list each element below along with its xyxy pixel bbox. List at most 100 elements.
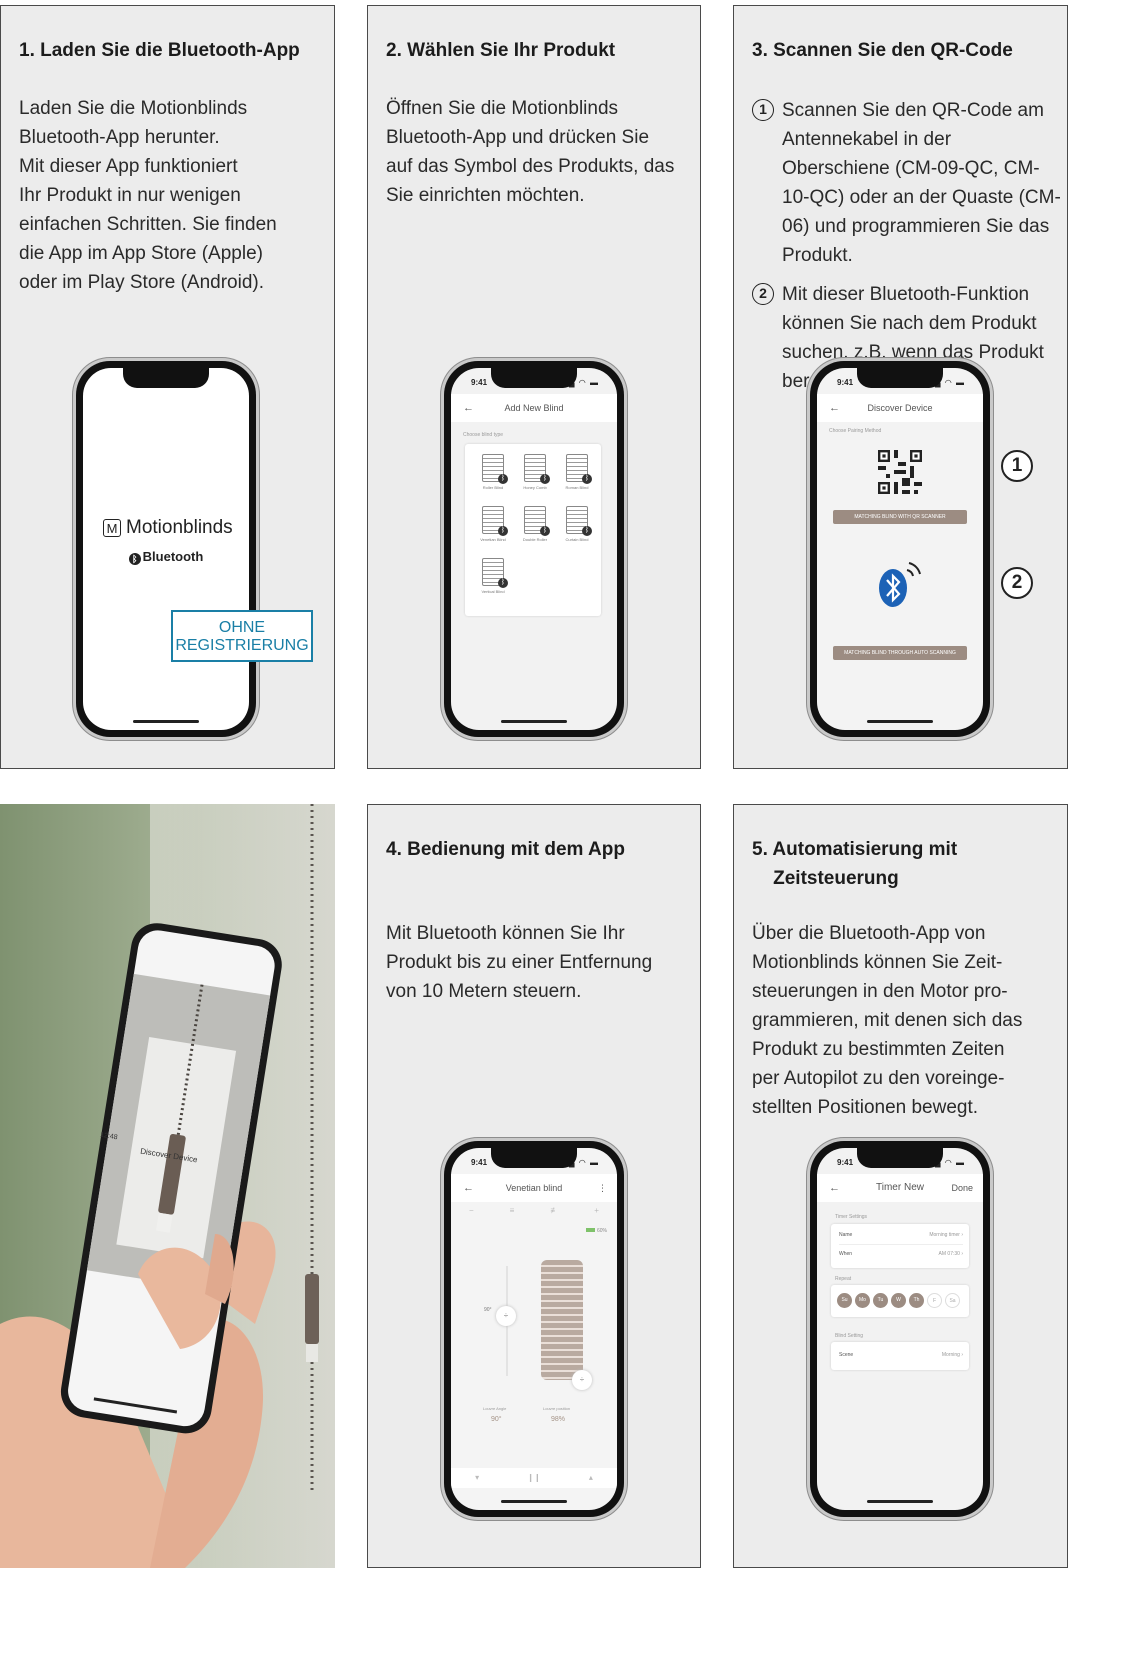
- list-icon[interactable]: ≡: [510, 1206, 515, 1215]
- app-header: ← Timer New Done: [817, 1174, 983, 1202]
- qr-scanner-button[interactable]: MATCHING BLIND WITH QR SCANNER: [833, 510, 967, 524]
- home-indicator: [501, 720, 567, 723]
- repeat-day-toggle[interactable]: Sa: [945, 1293, 960, 1308]
- minus-icon[interactable]: −: [469, 1206, 474, 1215]
- row-when[interactable]: When AM 07:30 ›: [839, 1251, 963, 1263]
- settings-card: Name Morning timer › When AM 07:30 ›: [831, 1224, 969, 1268]
- close-blind-icon[interactable]: ▾: [475, 1468, 479, 1488]
- more-menu-icon[interactable]: ⋮: [598, 1174, 607, 1202]
- plus-icon[interactable]: +: [594, 1206, 599, 1215]
- done-button[interactable]: Done: [951, 1174, 973, 1202]
- status-time: 9:41: [471, 1158, 488, 1167]
- blind-type-label: Roman Blind: [565, 485, 589, 490]
- screen-title: Add New Blind: [504, 403, 564, 413]
- row-label: Name: [839, 1232, 853, 1238]
- phone-screen: 9:41 ▂▄ ◠ ▬ ← Discover Device Choose Pairi…: [817, 368, 983, 730]
- phone-mockup: M Motionblinds ᛒ Bluetooth: [76, 361, 256, 737]
- settings-icon[interactable]: ≢: [550, 1206, 558, 1215]
- status-time: 9:41: [837, 378, 854, 387]
- phone-mockup: 9:41 ▂▄ ◠ ▬ ← Venetian blind ⋮ − ≡ ≢ + 60% 90°…: [444, 1141, 624, 1517]
- home-indicator: [133, 720, 199, 723]
- blind-type-option[interactable]: ᛒ Double Roller: [517, 506, 553, 556]
- phone-screen: 9:41 ▂▄ ◠ ▬ ← Timer New Done Timer Settings…: [817, 1148, 983, 1510]
- panel-step-3: 3. Scannen Sie den QR-Code 1 Scannen Sie…: [733, 5, 1068, 769]
- home-indicator: [501, 1500, 567, 1503]
- blind-type-icon: ᛒ: [524, 454, 550, 484]
- back-arrow-icon[interactable]: ←: [463, 394, 474, 422]
- bluetooth-icon: [879, 562, 921, 607]
- blind-type-option[interactable]: ᛒ Vertical Blind: [475, 558, 511, 608]
- phone-notch: [491, 368, 577, 388]
- status-time: 9:41: [471, 378, 488, 387]
- angle-slider-value: 90°: [484, 1307, 492, 1313]
- blind-type-option[interactable]: ᛒ Curtain Blind: [559, 506, 595, 556]
- bluetooth-icon: ᛒ: [540, 526, 550, 536]
- blind-type-label: Honey Comb: [523, 485, 547, 490]
- repeat-day-toggle[interactable]: Tu: [873, 1293, 888, 1308]
- panel-step-2: 2. Wählen Sie Ihr Produkt Öffnen Sie die…: [367, 5, 701, 769]
- photo-panel: Discover Device 12:48: [0, 804, 335, 1568]
- blind-type-icon: ᛒ: [566, 506, 592, 536]
- blind-type-icon: ᛒ: [482, 506, 508, 536]
- angle-slider-knob[interactable]: ÷: [496, 1306, 516, 1326]
- scene-card: Scene Morning ›: [831, 1342, 969, 1370]
- screen-title: Venetian blind: [505, 1183, 563, 1193]
- panel-text: Mit Bluetooth können Sie Ihr Produkt bis…: [386, 923, 653, 1002]
- blind-type-label: Vertical Blind: [481, 589, 505, 594]
- auto-scan-button[interactable]: MATCHING BLIND THROUGH AUTO SCANNING: [833, 646, 967, 660]
- back-arrow-icon[interactable]: ←: [829, 394, 840, 422]
- blind-type-option[interactable]: ᛒ Honey Comb: [517, 454, 553, 504]
- row-name[interactable]: Name Morning timer ›: [839, 1232, 963, 1245]
- toolbar-icons: − ≡ ≢ +: [469, 1206, 599, 1215]
- panel-title: 4. Bedienung mit dem App: [386, 839, 625, 860]
- app-header: ← Discover Device: [817, 394, 983, 422]
- step-list: 1 Scannen Sie den QR-Code am Antennekabe…: [752, 96, 1061, 406]
- row-value: AM 07:30 ›: [938, 1251, 963, 1257]
- panel-title: 3. Scannen Sie den QR-Code: [752, 40, 1013, 61]
- position-label: Louvre position: [543, 1406, 571, 1411]
- phone-mockup: 9:41 ▂▄ ◠ ▬ ← Discover Device Choose Pairi…: [810, 361, 990, 737]
- back-arrow-icon[interactable]: ←: [829, 1174, 840, 1202]
- phone-mockup: 9:41 ▂▄ ◠ ▬ ← Add New Blind Choose blind t…: [444, 361, 624, 737]
- repeat-day-toggle[interactable]: F: [927, 1293, 942, 1308]
- photo-scene: [0, 804, 335, 1568]
- panel-step-5: 5. Automatisierung mit Zeitsteuerung Übe…: [733, 804, 1068, 1568]
- brand-name: Motionblinds: [126, 517, 233, 538]
- panel-title: 1. Laden Sie die Bluetooth-App: [19, 40, 300, 61]
- blind-type-option[interactable]: ᛒ Roman Blind: [559, 454, 595, 504]
- blind-type-grid: ᛒ Roller Blind ᛒ Honey Comb ᛒ Roman Blind ᛒ Ven…: [465, 444, 601, 616]
- panel-title: 5. Automatisierung mit Zeitsteuerung: [752, 839, 958, 889]
- position-value: 98%: [551, 1416, 566, 1423]
- bluetooth-icon: ᛒ: [582, 474, 592, 484]
- battery-value: 60%: [596, 1228, 607, 1234]
- repeat-day-toggle[interactable]: W: [891, 1293, 906, 1308]
- row-label: When: [839, 1251, 853, 1257]
- repeat-day-toggle[interactable]: Su: [837, 1293, 852, 1308]
- blind-type-label: Double Roller: [522, 537, 548, 542]
- blind-type-label: Curtain Blind: [565, 537, 589, 542]
- screen-subtitle: Choose Pairing Method: [829, 428, 882, 434]
- status-time: 9:41: [837, 1158, 854, 1167]
- panel-text: Öffnen Sie die Motionblinds Bluetooth-Ap…: [386, 98, 675, 206]
- repeat-day-toggle[interactable]: Mo: [855, 1293, 870, 1308]
- open-blind-icon[interactable]: ▴: [589, 1468, 593, 1488]
- brand-mark-icon: M: [103, 519, 121, 537]
- blind-type-icon: ᛒ: [566, 454, 592, 484]
- angle-label: Louvre Angle: [483, 1406, 507, 1411]
- home-indicator: [867, 720, 933, 723]
- panel-text: Über die Bluetooth-App von Motionblinds …: [752, 923, 1023, 1118]
- bluetooth-icon: ᛒ: [540, 474, 550, 484]
- phone-notch: [857, 368, 943, 388]
- pause-icon[interactable]: ❙❙: [527, 1468, 540, 1488]
- repeat-day-toggle[interactable]: Th: [909, 1293, 924, 1308]
- section-timer-settings: Timer Settings: [835, 1214, 868, 1220]
- row-scene[interactable]: Scene Morning ›: [839, 1352, 963, 1362]
- bluetooth-icon: ᛒ: [498, 526, 508, 536]
- blind-type-option[interactable]: ᛒ Roller Blind: [475, 454, 511, 504]
- blind-type-option[interactable]: ᛒ Venetian Blind: [475, 506, 511, 556]
- panel-step-1: 1. Laden Sie die Bluetooth-App Laden Sie…: [0, 5, 335, 769]
- position-slider-knob[interactable]: ÷: [572, 1370, 592, 1390]
- panel-title: 2. Wählen Sie Ihr Produkt: [386, 40, 616, 61]
- back-arrow-icon[interactable]: ←: [463, 1174, 474, 1202]
- no-registration-badge: OHNE REGISTRIERUNG: [171, 610, 313, 662]
